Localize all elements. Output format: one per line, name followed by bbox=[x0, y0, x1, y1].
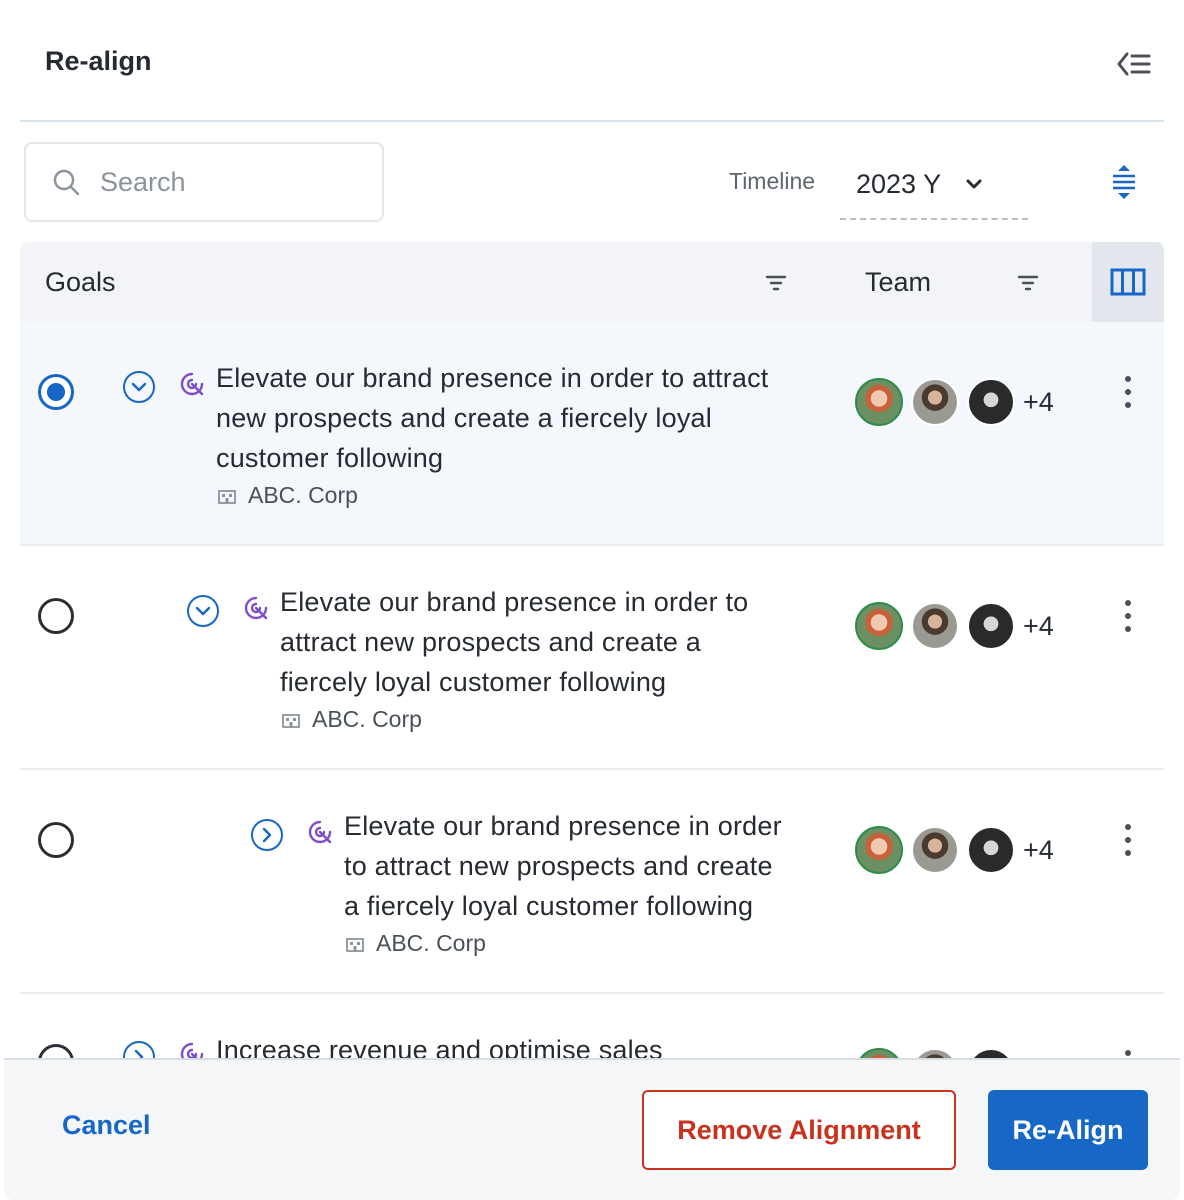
kebab-icon bbox=[1125, 613, 1131, 619]
filter-icon bbox=[765, 275, 787, 291]
chevron-circle-down-icon[interactable] bbox=[186, 594, 220, 628]
realign-button[interactable]: Re-Align bbox=[988, 1090, 1148, 1170]
kebab-icon bbox=[1125, 600, 1131, 606]
avatar bbox=[855, 602, 903, 650]
goal-org: ABC. Corp bbox=[282, 706, 422, 733]
goal-title-line: customer following bbox=[216, 443, 444, 473]
search-icon bbox=[53, 169, 80, 196]
column-header-goals: Goals bbox=[45, 267, 116, 297]
chevron-circle-down-icon[interactable] bbox=[122, 370, 156, 404]
goal-title[interactable]: Elevate our brand presence in order to a… bbox=[216, 358, 769, 478]
org-name: ABC. Corp bbox=[312, 706, 422, 732]
table-header: Goals Team bbox=[20, 242, 1164, 322]
avatar bbox=[911, 602, 959, 650]
kebab-icon bbox=[1125, 850, 1131, 856]
remove-alignment-button[interactable]: Remove Alignment bbox=[642, 1090, 956, 1170]
goal-org: ABC. Corp bbox=[218, 482, 358, 509]
goals-filter-button[interactable] bbox=[763, 270, 789, 296]
team-more-count: +4 bbox=[1023, 386, 1054, 417]
team-more-count: +4 bbox=[1023, 610, 1054, 641]
team-avatars[interactable]: +4 bbox=[855, 602, 1054, 650]
kebab-icon bbox=[1125, 389, 1131, 395]
chevron-down-icon bbox=[966, 179, 982, 189]
table-row[interactable]: Elevate our brand presence in order to a… bbox=[20, 770, 1164, 994]
org-name: ABC. Corp bbox=[376, 930, 486, 956]
row-density-icon bbox=[1113, 165, 1135, 199]
goal-title[interactable]: Elevate our brand presence in order to a… bbox=[280, 582, 748, 702]
collapse-panel-button[interactable] bbox=[1116, 46, 1152, 82]
search-box[interactable] bbox=[24, 142, 384, 222]
kebab-icon bbox=[1125, 402, 1131, 408]
goals-list: Elevate our brand presence in order to a… bbox=[20, 322, 1164, 1060]
team-more-count: +4 bbox=[1023, 834, 1054, 865]
goal-title-line: Elevate our brand presence in order to bbox=[280, 587, 749, 617]
timeline-value: 2023 Y bbox=[856, 168, 942, 199]
row-menu-button[interactable] bbox=[1116, 820, 1140, 860]
chevron-circle-right-icon[interactable] bbox=[250, 818, 284, 852]
panel-title: Re-align bbox=[45, 46, 152, 76]
panel-header: Re-align bbox=[20, 0, 1164, 122]
building-icon bbox=[346, 937, 364, 952]
avatar bbox=[967, 826, 1015, 874]
timeline-label: Timeline bbox=[729, 168, 816, 194]
goal-title-line: Elevate our brand presence in order bbox=[344, 811, 782, 841]
avatar bbox=[855, 378, 903, 426]
row-select-radio[interactable] bbox=[38, 598, 74, 634]
kebab-icon bbox=[1125, 824, 1131, 830]
filter-icon bbox=[1017, 275, 1039, 291]
columns-settings-button[interactable] bbox=[1092, 242, 1164, 322]
team-avatars[interactable]: +4 bbox=[855, 826, 1054, 874]
goal-title-line: attract new prospects and create a bbox=[280, 627, 702, 657]
chevron-circle-right-icon[interactable] bbox=[122, 1040, 156, 1060]
row-menu-button[interactable] bbox=[1116, 372, 1140, 412]
kebab-icon bbox=[1125, 376, 1131, 382]
goal-target-icon bbox=[180, 372, 204, 396]
avatar bbox=[911, 826, 959, 874]
panel-footer: Cancel Remove Alignment Re-Align bbox=[4, 1058, 1180, 1200]
kebab-icon bbox=[1125, 1050, 1131, 1056]
avatar bbox=[967, 602, 1015, 650]
timeline-select[interactable]: 2023 Y bbox=[840, 150, 1028, 220]
goal-title-line: fiercely loyal customer following bbox=[280, 667, 667, 697]
table-row[interactable]: Elevate our brand presence in order to a… bbox=[20, 322, 1164, 546]
team-filter-button[interactable] bbox=[1015, 270, 1041, 296]
column-header-team: Team bbox=[865, 267, 932, 297]
org-name: ABC. Corp bbox=[248, 482, 358, 508]
building-icon bbox=[218, 489, 236, 504]
building-icon bbox=[282, 713, 300, 728]
goal-target-icon bbox=[308, 820, 332, 844]
goal-title-line: new prospects and create a fiercely loya… bbox=[216, 403, 712, 433]
row-select-radio[interactable] bbox=[38, 822, 74, 858]
cancel-button[interactable]: Cancel bbox=[62, 1110, 151, 1141]
collapse-panel-icon bbox=[1117, 52, 1151, 76]
goal-org: ABC. Corp bbox=[346, 930, 486, 957]
avatar bbox=[967, 378, 1015, 426]
goal-title[interactable]: Elevate our brand presence in order to a… bbox=[344, 806, 782, 926]
table-row[interactable]: Elevate our brand presence in order to a… bbox=[20, 546, 1164, 770]
kebab-icon bbox=[1125, 626, 1131, 632]
avatar bbox=[911, 378, 959, 426]
goal-title-line: a fiercely loyal customer following bbox=[344, 891, 754, 921]
goal-title-line: Increase revenue and optimise sales bbox=[216, 1035, 663, 1060]
goal-target-icon bbox=[244, 596, 268, 620]
goal-title-line: to attract new prospects and create bbox=[344, 851, 773, 881]
goal-title[interactable]: Increase revenue and optimise sales bbox=[216, 1030, 663, 1060]
search-input[interactable] bbox=[100, 166, 340, 198]
kebab-icon bbox=[1125, 837, 1131, 843]
avatar bbox=[855, 826, 903, 874]
columns-icon bbox=[1110, 268, 1146, 296]
table-row[interactable]: Increase revenue and optimise sales bbox=[20, 994, 1164, 1060]
goal-title-line: Elevate our brand presence in order to a… bbox=[216, 363, 769, 393]
row-select-radio[interactable] bbox=[38, 374, 74, 410]
goal-target-icon bbox=[180, 1042, 204, 1060]
row-menu-button[interactable] bbox=[1116, 596, 1140, 636]
row-density-button[interactable] bbox=[1104, 160, 1144, 204]
team-avatars[interactable]: +4 bbox=[855, 378, 1054, 426]
